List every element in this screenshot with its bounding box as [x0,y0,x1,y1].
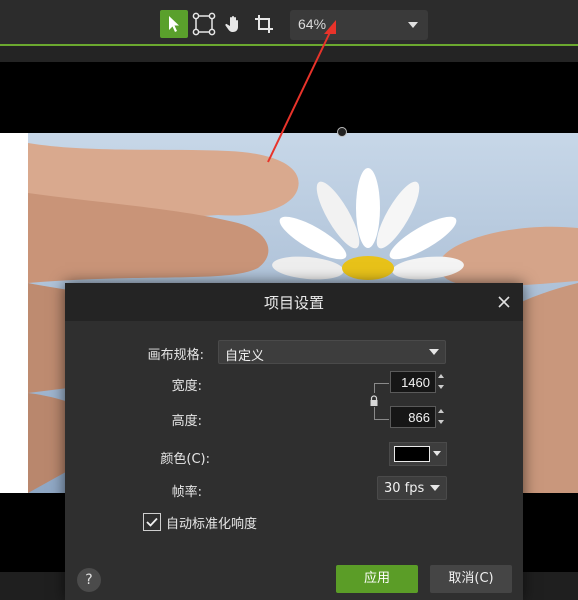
width-stepper[interactable] [436,371,446,393]
canvas-size-label: 画布规格: [147,348,204,363]
checkmark-icon [146,517,158,527]
stepper-down-icon [438,420,444,424]
auto-normalize-checkbox[interactable] [143,513,161,531]
close-button[interactable] [495,293,513,311]
dialog-title: 项目设置 [263,294,324,312]
close-icon [498,296,510,308]
width-label: 宽度: [171,379,202,394]
fps-select[interactable]: 30 fps [377,476,447,500]
height-input[interactable]: 866 [390,406,436,428]
color-label: 颜色(C): [160,452,210,467]
project-settings-dialog: 项目设置 画布规格: 自定义 宽度: 1460 高度: 866 颜色(C): 帧… [65,283,523,600]
lock-icon [370,395,378,406]
width-input[interactable]: 1460 [390,371,436,393]
color-picker[interactable] [389,442,447,466]
chevron-down-icon [430,485,440,491]
stepper-up-icon [438,409,444,413]
height-stepper[interactable] [436,406,446,428]
apply-button[interactable]: 应用 [336,565,418,593]
fps-value: 30 fps [384,481,425,496]
auto-normalize-label: 自动标准化响度 [166,517,258,532]
cancel-button[interactable]: 取消(C) [430,565,512,593]
dialog-header: 项目设置 [65,283,523,321]
canvas-size-select[interactable]: 自定义 [218,340,446,364]
height-label: 高度: [171,414,202,429]
canvas-size-value: 自定义 [225,349,265,364]
stepper-up-icon [438,374,444,378]
color-swatch [394,446,430,462]
aspect-lock-button[interactable] [367,393,381,407]
help-button[interactable]: ? [77,568,101,592]
chevron-down-icon [433,451,441,456]
stepper-down-icon [438,385,444,389]
fps-label: 帧率: [171,485,202,500]
chevron-down-icon [429,349,439,355]
